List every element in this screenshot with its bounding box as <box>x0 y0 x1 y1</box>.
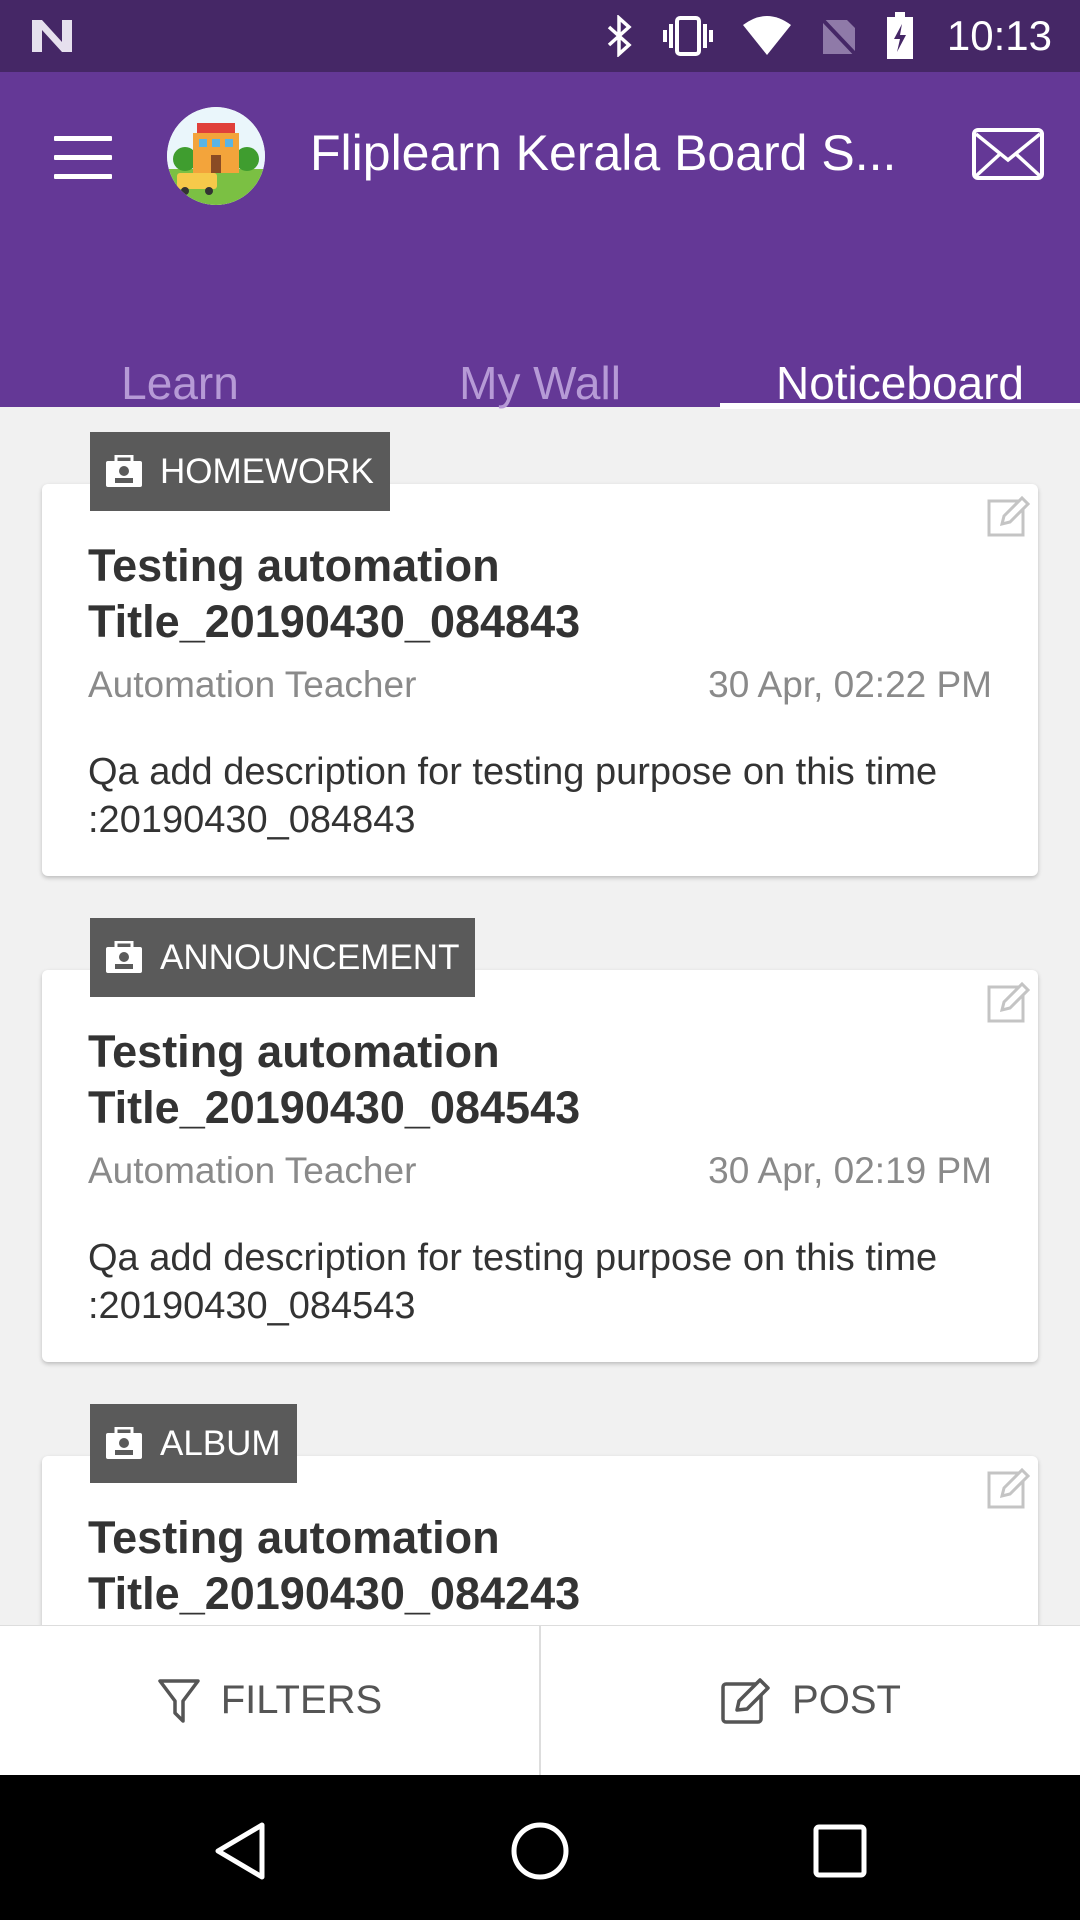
post-author: Automation Teacher <box>88 1150 417 1191</box>
no-sim-icon <box>819 16 859 58</box>
category-label: ALBUM <box>160 1423 281 1463</box>
notification-n-icon <box>32 20 72 52</box>
battery-charging-icon <box>886 12 913 59</box>
filters-button[interactable]: FILTERS <box>0 1626 539 1775</box>
mail-icon[interactable] <box>972 128 1044 180</box>
noticeboard-feed[interactable]: HOMEWORK Testing automation Title_201904… <box>0 407 1080 1625</box>
post-description: Qa add description for testing purpose o… <box>88 751 938 841</box>
category-badge: ANNOUNCEMENT <box>90 918 476 997</box>
category-icon <box>106 940 142 973</box>
vibrate-icon <box>662 16 713 56</box>
wifi-icon <box>742 16 791 55</box>
compose-icon <box>721 1677 770 1724</box>
tab-bar: Learn My Wall Noticeboard <box>0 332 1080 409</box>
category-badge: ALBUM <box>90 1404 297 1483</box>
tab-learn[interactable]: Learn <box>0 332 360 409</box>
category-icon <box>106 1426 142 1459</box>
post-button[interactable]: POST <box>541 1626 1080 1775</box>
home-icon[interactable] <box>500 1811 580 1891</box>
post-label: POST <box>792 1678 901 1722</box>
hamburger-menu-icon[interactable] <box>54 136 112 180</box>
filter-icon <box>157 1678 200 1723</box>
post-card-body[interactable]: Testing automation Title_20190430_084543… <box>42 970 1038 1362</box>
school-logo[interactable] <box>167 107 265 205</box>
post-description: Qa add description for testing purpose o… <box>88 1237 938 1327</box>
edit-icon[interactable] <box>986 1466 1030 1510</box>
recents-icon[interactable] <box>800 1811 880 1891</box>
post-title: Testing automation Title_20190430_084843 <box>88 540 581 647</box>
back-icon[interactable] <box>200 1811 280 1891</box>
bluetooth-icon <box>607 15 632 57</box>
edit-icon[interactable] <box>986 494 1030 538</box>
category-badge: HOMEWORK <box>90 432 390 511</box>
clock: 10:13 <box>946 12 1052 59</box>
post-author: Automation Teacher <box>88 664 417 705</box>
post-title: Testing automation Title_20190430_084243 <box>88 1512 581 1619</box>
app-title: Fliplearn Kerala Board S... <box>310 125 897 181</box>
tab-my-wall[interactable]: My Wall <box>360 332 720 409</box>
post-card-body[interactable]: Testing automation Title_20190430_084843… <box>42 484 1038 876</box>
tab-noticeboard[interactable]: Noticeboard <box>720 332 1080 409</box>
post-card[interactable]: HOMEWORK Testing automation Title_201904… <box>42 432 1038 876</box>
post-card[interactable]: ANNOUNCEMENT Testing automation Title_20… <box>42 918 1038 1362</box>
category-label: HOMEWORK <box>160 451 374 491</box>
post-title: Testing automation Title_20190430_084543 <box>88 1026 581 1133</box>
category-label: ANNOUNCEMENT <box>160 937 460 977</box>
category-icon <box>106 454 142 487</box>
post-card[interactable]: ALBUM Testing automation Title_20190430_… <box>42 1404 1038 1625</box>
status-bar: 10:13 <box>0 0 1080 72</box>
post-date: 30 Apr, 02:22 PM <box>708 664 992 705</box>
bottom-action-bar: FILTERS POST <box>0 1625 1080 1775</box>
system-nav-bar <box>0 1775 1080 1920</box>
edit-icon[interactable] <box>986 980 1030 1024</box>
filters-label: FILTERS <box>220 1678 383 1722</box>
app-bar: Fliplearn Kerala Board S... Learn My Wal… <box>0 72 1080 409</box>
post-date: 30 Apr, 02:19 PM <box>708 1150 992 1191</box>
